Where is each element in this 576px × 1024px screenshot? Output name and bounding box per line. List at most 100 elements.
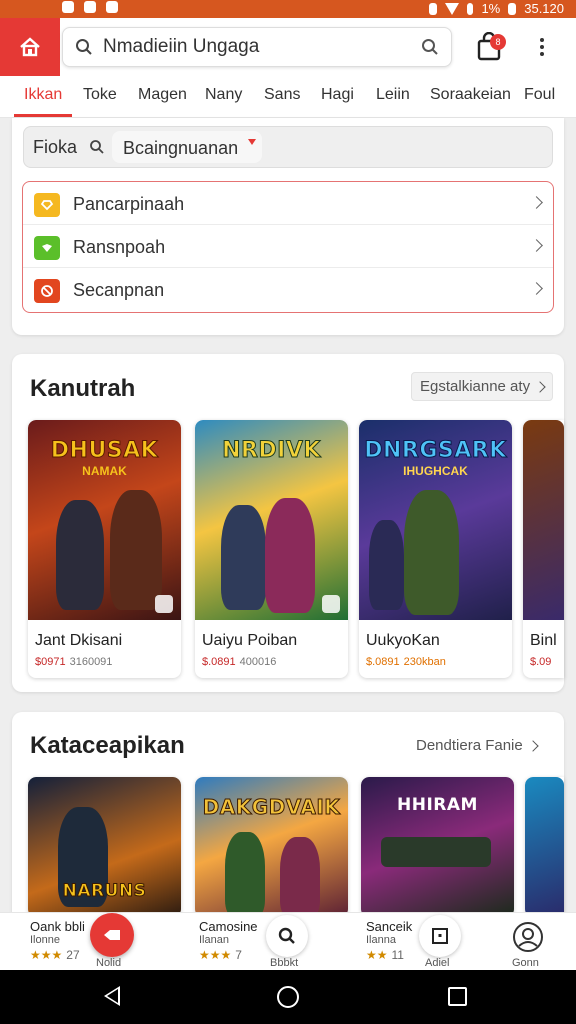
game-card[interactable]: NARUNS [28, 777, 181, 917]
clock: 35.120 [524, 1, 564, 16]
home-icon [20, 37, 40, 57]
section-title: Kanutrah [30, 375, 136, 402]
filter-dropdown-value: Bcaingnuanan [123, 138, 239, 158]
see-all-label: Dendtiera Fanie [416, 737, 523, 754]
chevron-right-icon [534, 381, 546, 393]
game-cover-image: HHIRAM [361, 777, 514, 917]
tab-nany[interactable]: Nany [205, 86, 242, 104]
game-title: Binl [530, 632, 557, 649]
search-icon [278, 927, 295, 944]
profile-button[interactable] [508, 917, 548, 957]
tag-icon [104, 930, 120, 940]
search-icon [76, 39, 92, 55]
game-card[interactable]: DNRGSARK IHUGHCAK UukyoKan $.0891 230kban [359, 420, 512, 678]
bottom-game-info[interactable]: Oank bbli Ilonne ★★★ 27 [30, 919, 85, 962]
section-featured: Kanutrah Egstalkianne aty DHUSAK NAMAK J… [12, 354, 564, 692]
game-price: $.0891 230kban [366, 656, 446, 668]
bottom-game-name: Sanceik [366, 919, 413, 934]
game-logo: DNRGSARK [364, 438, 507, 464]
hero-figure [56, 500, 104, 610]
notification-icon [62, 1, 74, 13]
filter-label: Fioka [33, 137, 78, 157]
game-cover-image [523, 420, 564, 620]
menu-list: Pancarpinaah Ransnpoah Secanpnan [22, 181, 554, 313]
game-card[interactable]: HHIRAM [361, 777, 514, 917]
tag-button[interactable] [90, 913, 134, 957]
overflow-menu-button[interactable] [532, 34, 552, 60]
back-icon[interactable] [104, 986, 120, 1006]
search-submit-icon[interactable] [421, 38, 439, 56]
vibrate-icon [429, 2, 438, 15]
game-logo: DHUSAK [50, 438, 159, 464]
filter-bar: Fioka Bcaingnuanan [23, 126, 553, 168]
weapon-figure [381, 837, 491, 867]
search-bar[interactable] [62, 27, 452, 67]
bottom-game-info[interactable]: Camosine Ilanan ★★★ 7 [199, 919, 258, 962]
chevron-right-icon [530, 196, 543, 209]
home-button[interactable] [0, 18, 60, 76]
filter-card: Fioka Bcaingnuanan Pancarpinaah Ransnpoa… [12, 118, 564, 335]
see-all-link[interactable]: Dendtiera Fanie [416, 737, 539, 754]
block-icon [34, 279, 60, 303]
menu-item-label: Secanpnan [73, 280, 165, 300]
tab-toke[interactable]: Toke [83, 86, 117, 104]
game-logo: NRDIVK [222, 438, 321, 464]
tab-sans[interactable]: Sans [264, 86, 300, 104]
game-card[interactable]: Binl $.09 [523, 420, 564, 678]
tab-foul[interactable]: Foul [524, 86, 555, 104]
bottom-game-sub: Ilanna [366, 934, 396, 946]
tab-leiin[interactable]: Leiin [376, 86, 410, 104]
menu-item-secanpnan[interactable]: Secanpnan [23, 268, 553, 311]
home-circle-icon[interactable] [277, 986, 299, 1008]
game-cover-image: DAKGDVAIK [195, 777, 348, 917]
recents-icon[interactable] [448, 987, 467, 1006]
game-cover-image: DNRGSARK IHUGHCAK [359, 420, 512, 620]
menu-item-ransnpoah[interactable]: Ransnpoah [23, 225, 553, 268]
cart-count-badge: 8 [490, 34, 506, 50]
active-tab-indicator [14, 114, 72, 117]
chevron-right-icon [530, 239, 543, 252]
play-icon [322, 595, 340, 613]
tab-hagi[interactable]: Hagi [321, 86, 354, 104]
game-cover-image: NARUNS [28, 777, 181, 917]
menu-item-label: Pancarpinaah [73, 194, 185, 214]
tab-soraakeian[interactable]: Soraakeian [430, 86, 511, 104]
bottom-game-name: Camosine [199, 919, 258, 934]
bottom-nav-label: Adiel [425, 957, 450, 969]
game-card[interactable] [525, 777, 564, 917]
see-all-link[interactable]: Egstalkianne aty [411, 372, 554, 401]
coin-icon [34, 193, 60, 217]
search-input[interactable] [103, 36, 421, 58]
bottom-game-name: Oank bbli [30, 919, 85, 934]
rating: ★★★ 27 [30, 948, 80, 962]
tab-magen[interactable]: Magen [138, 86, 187, 104]
game-price: $.0891 400016 [202, 656, 277, 668]
play-icon [155, 595, 173, 613]
shield-icon [34, 236, 60, 260]
bottom-game-info[interactable]: Sanceik Ilanna ★★ 11 [366, 919, 412, 962]
tab-ikkan[interactable]: Ikkan [24, 86, 62, 104]
section-title: Kataceapikan [30, 732, 185, 759]
menu-item-pancarpinaah[interactable]: Pancarpinaah [23, 182, 553, 225]
library-button[interactable] [419, 915, 461, 957]
image-icon [106, 1, 118, 13]
signal-icon [467, 2, 474, 15]
game-card[interactable]: DAKGDVAIK [195, 777, 348, 917]
game-cover-image [525, 777, 564, 917]
chevron-right-icon [530, 282, 543, 295]
bottom-nav-label: Nolid [96, 957, 122, 969]
game-logo-sub: NAMAK [82, 464, 127, 478]
chevron-right-icon [527, 740, 539, 752]
system-nav-bar [0, 970, 576, 1024]
game-logo-sub: IHUGHCAK [403, 464, 468, 478]
search-button[interactable] [266, 915, 308, 957]
filter-dropdown[interactable]: Bcaingnuanan [112, 131, 262, 163]
hero-figure [110, 490, 162, 610]
game-card[interactable]: NRDIVK Uaiyu Poiban $.0891 400016 [195, 420, 348, 678]
caret-down-icon [248, 139, 256, 145]
menu-item-label: Ransnpoah [73, 237, 166, 257]
game-card[interactable]: DHUSAK NAMAK Jant Dkisani $0971 3160091 [28, 420, 181, 678]
game-cover-image: NRDIVK [195, 420, 348, 620]
app-header: 8 [0, 18, 576, 76]
search-icon[interactable] [89, 139, 105, 155]
